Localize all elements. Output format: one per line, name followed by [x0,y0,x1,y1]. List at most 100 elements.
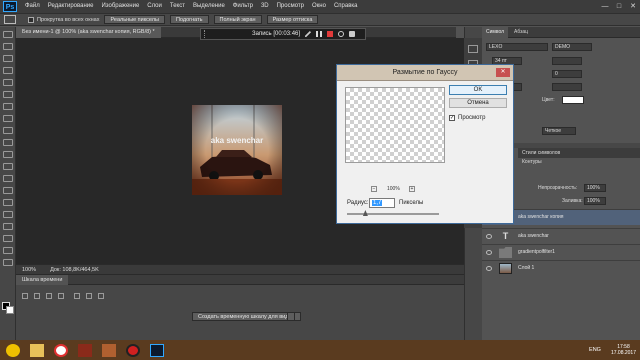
healing-brush-tool-icon[interactable] [3,103,13,110]
next-frame-icon[interactable] [58,293,64,299]
menu-edit[interactable]: Редактирование [44,0,98,13]
crop-tool-icon[interactable] [3,79,13,86]
text-color-swatch[interactable] [562,96,584,104]
layer-row[interactable]: T aka swenchar [482,228,640,244]
language-indicator[interactable]: ENG [589,347,601,353]
menu-window[interactable]: Окно [308,0,330,13]
lasso-tool-icon[interactable] [3,55,13,62]
menu-filter[interactable]: Фильтр [229,0,257,13]
tab-timeline[interactable]: Шкала времени [16,275,69,285]
history-brush-tool-icon[interactable] [3,139,13,146]
close-button[interactable]: ✕ [626,1,640,12]
quick-select-tool-icon[interactable] [3,67,13,74]
scroll-all-windows-checkbox[interactable] [28,16,34,23]
eraser-tool-icon[interactable] [3,151,13,158]
menu-type[interactable]: Текст [166,0,189,13]
cancel-button[interactable]: Отмена [449,98,507,108]
tab-paths[interactable]: Контуры [518,157,546,167]
fit-screen-button[interactable]: Подогнать [169,15,209,24]
full-screen-button[interactable]: Полный экран [213,15,262,24]
chevron-down-icon[interactable] [287,312,295,321]
taskbar-app-2[interactable] [98,341,120,359]
horizontal-scale-field[interactable] [552,83,582,91]
dialog-close-button[interactable]: ✕ [496,68,510,77]
menu-view[interactable]: Просмотр [273,0,308,13]
taskbar-app-1[interactable] [74,341,96,359]
pen-icon[interactable] [305,31,312,37]
preview-checkbox[interactable]: ✓ [449,115,455,121]
pause-icon[interactable] [316,31,323,37]
zoom-out-button[interactable]: − [371,186,377,192]
layer-row[interactable]: gradientpolfilter1 [482,244,640,260]
dodge-tool-icon[interactable] [3,187,13,194]
document-tab[interactable]: Без имени-1 @ 100% (aka swenchar копия, … [16,27,161,38]
visibility-eye-icon[interactable] [486,250,492,255]
tab-character[interactable]: Символ [482,27,509,38]
folder-icon [30,343,44,357]
menu-layers[interactable]: Слои [143,0,166,13]
layer-row[interactable]: Слой 1 [482,260,640,276]
clone-stamp-tool-icon[interactable] [3,127,13,134]
tab-paragraph[interactable]: Абзац [510,27,532,38]
taskbar-explorer[interactable] [26,341,48,359]
menu-select[interactable]: Выделение [189,0,229,13]
type-tool-icon[interactable] [3,211,13,218]
windows-logo-icon [6,343,20,357]
menu-image[interactable]: Изображение [97,0,143,13]
blur-preview[interactable] [345,87,445,163]
pen-tool-icon[interactable] [3,199,13,206]
prev-frame-icon[interactable] [34,293,40,299]
antialias-select[interactable]: Четкое [542,127,576,135]
real-pixels-button[interactable]: Реальные пикселы [104,15,165,24]
print-size-button[interactable]: Размер оттиска [266,15,319,24]
history-icon[interactable] [468,45,478,53]
first-frame-icon[interactable] [22,293,28,299]
zoom-in-button[interactable]: + [409,186,415,192]
minimize-button[interactable]: — [598,1,612,12]
visibility-eye-icon[interactable] [486,234,492,239]
settings-icon[interactable] [86,293,92,299]
settings-icon[interactable] [338,31,345,37]
create-video-timeline-button[interactable]: Создать временную шкалу для видео [192,312,301,321]
clock[interactable]: 17:58 17.08.2017 [611,344,636,356]
brush-tool-icon[interactable] [3,115,13,122]
path-select-tool-icon[interactable] [3,223,13,230]
maximize-button[interactable]: □ [612,1,626,12]
radius-slider-track[interactable] [347,213,439,215]
radius-input[interactable]: 1,7 [369,198,395,208]
taskbar-photoshop[interactable] [146,341,168,359]
leading-field[interactable] [552,57,582,65]
menu-help[interactable]: Справка [330,0,362,13]
hand-tool-icon[interactable] [3,247,13,254]
camera-icon[interactable] [349,31,356,37]
drag-handle-icon[interactable] [204,30,212,38]
document-image[interactable]: aka swenchar [192,105,282,195]
marquee-tool-icon[interactable] [3,43,13,50]
zoom-tool-icon[interactable] [3,259,13,266]
taskbar-record-app[interactable] [122,341,144,359]
fill-field[interactable]: 100% [584,197,606,205]
move-tool-icon[interactable] [3,31,13,38]
visibility-eye-icon[interactable] [486,266,492,271]
tracking-field[interactable]: 0 [552,70,582,78]
gradient-tool-icon[interactable] [3,163,13,170]
font-style-select[interactable]: DEMO [552,43,592,51]
ok-button[interactable]: OK [449,85,507,95]
eyedropper-tool-icon[interactable] [3,91,13,98]
split-icon[interactable] [98,293,104,299]
opacity-field[interactable]: 100% [584,184,606,192]
start-button[interactable] [2,341,24,359]
font-family-select[interactable]: LEXO [486,43,548,51]
zoom-level[interactable]: 100% [22,267,36,273]
menu-file[interactable]: Файл [21,0,44,13]
audio-icon[interactable] [74,293,80,299]
menu-3d[interactable]: 3D [257,0,273,13]
blur-tool-icon[interactable] [3,175,13,182]
stop-icon[interactable] [327,31,334,37]
background-color-swatch[interactable] [6,306,14,314]
play-icon[interactable] [46,293,52,299]
hand-tool-icon[interactable] [4,15,16,24]
shape-tool-icon[interactable] [3,235,13,242]
taskbar-yandex-browser[interactable] [50,341,72,359]
photoshop-logo: Ps [3,1,17,12]
